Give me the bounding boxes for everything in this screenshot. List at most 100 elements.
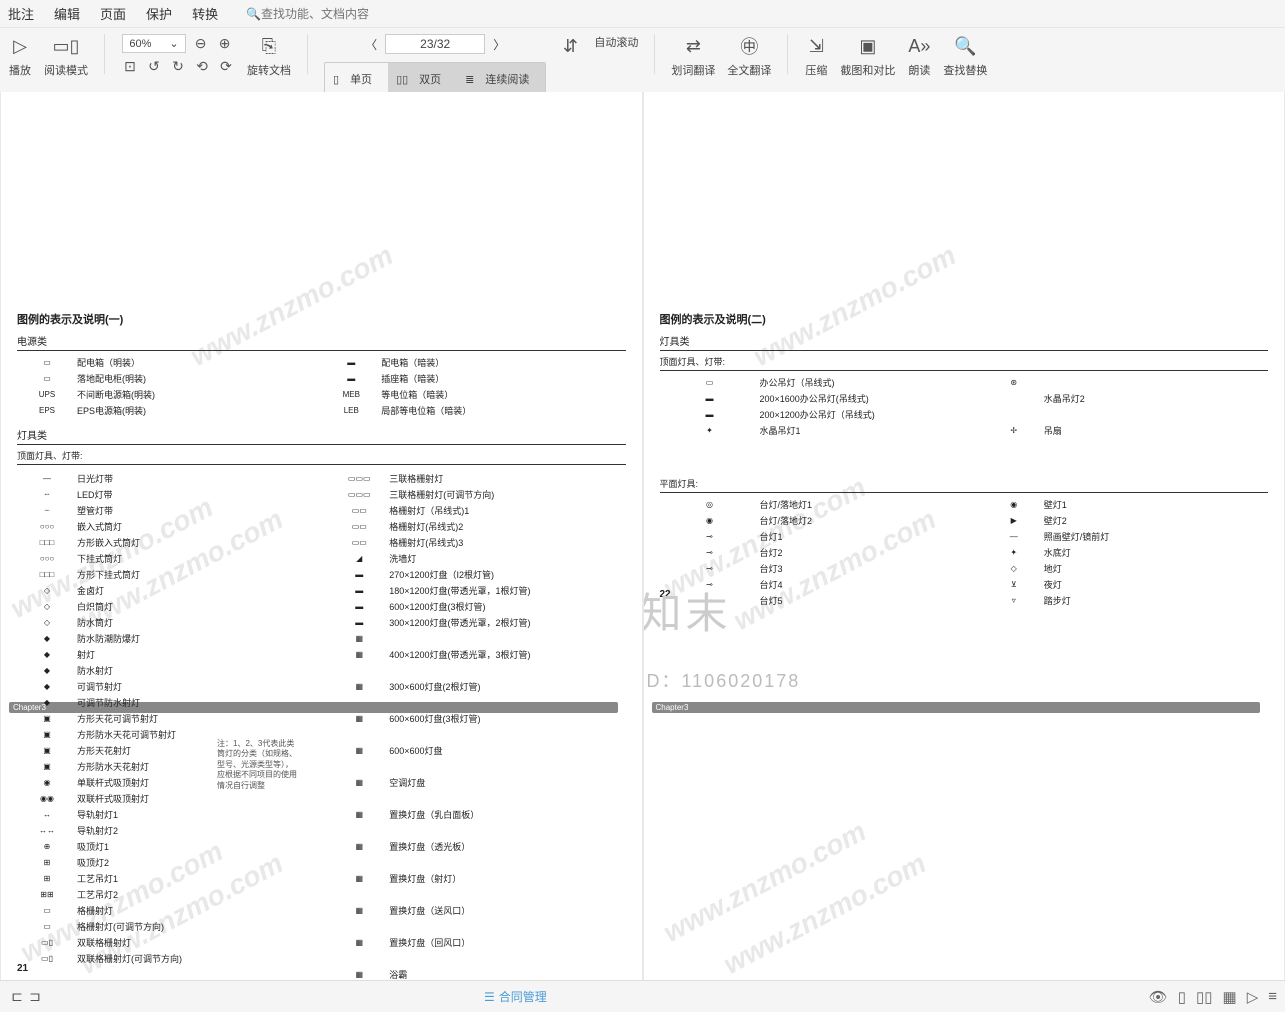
single-page-button[interactable]: ▯ 单页 (325, 63, 388, 95)
rotate-left-icon[interactable]: ↺ (145, 57, 163, 75)
contract-link[interactable]: 合同管理 (499, 988, 547, 1005)
legend-label: 下挂式筒灯 (77, 552, 313, 565)
document-viewport[interactable]: www.znzmo.com www.znzmo.com www.znzmo.co… (0, 92, 1285, 980)
symbol: EPS (17, 406, 77, 415)
section-lights: 灯具类 (17, 427, 626, 442)
symbol: □□□ (17, 538, 77, 547)
fit-width-icon[interactable]: ⊡ (121, 57, 139, 75)
symbol: ▬ (329, 586, 389, 595)
next-page-button[interactable]: 〉 (493, 36, 505, 53)
symbol: ⊞ (17, 874, 77, 883)
symbol: ↔ (17, 810, 77, 819)
symbol: UPS (17, 390, 77, 399)
legend-label: 办公吊灯（吊线式) (760, 376, 984, 389)
legend-label: 可调节射灯 (77, 680, 313, 693)
phrase-translate-button[interactable]: ⇄划词翻译 (671, 34, 715, 78)
menu-edit[interactable]: 编辑 (54, 4, 80, 23)
continuous-button[interactable]: ≣ 连续阅读 (457, 63, 545, 95)
translate-phrase-icon: ⇄ (681, 34, 705, 58)
legend-label: 导轨射灯2 (77, 824, 313, 837)
legend-label: 台灯2 (760, 546, 984, 559)
symbol: ◇ (17, 618, 77, 627)
legend-label: 置换灯盘（乳白面板） (389, 808, 625, 821)
legend-label: 金卤灯 (77, 584, 313, 597)
symbol: ▭ (17, 922, 77, 931)
menu-small-icon[interactable]: ≡ (1268, 988, 1277, 1005)
legend-label: 400×1200灯盘(带透光罩，3根灯管) (389, 648, 625, 661)
rotate-right-icon[interactable]: ↻ (169, 57, 187, 75)
play-small-icon[interactable]: ▷ (1247, 988, 1259, 1006)
search-input[interactable] (261, 7, 421, 21)
search-icon: 🔍 (246, 7, 261, 21)
legend-label: 置换灯盘（透光板） (389, 840, 625, 853)
symbol: ▦ (329, 650, 389, 659)
legend-label: 台灯3 (760, 562, 984, 575)
symbol: — (17, 474, 77, 483)
watermark: www.znzmo.com (185, 92, 641, 373)
symbol: LEB (321, 406, 381, 415)
expand-left-icon[interactable]: ⊏ (8, 988, 26, 1006)
eye-icon[interactable]: 👁 (1149, 988, 1168, 1006)
symbol: ◆ (17, 682, 77, 691)
symbol: ◇ (984, 564, 1044, 573)
symbol: ⊛ (984, 378, 1044, 387)
symbol: ⊞⊞ (17, 890, 77, 899)
symbol: ▦ (329, 810, 389, 819)
symbol: ▦ (329, 682, 389, 691)
legend-label: 格栅射灯(吊线式)2 (389, 520, 625, 533)
symbol: ▣ (17, 730, 77, 739)
read-aloud-button[interactable]: A»朗读 (907, 34, 931, 78)
menu-page[interactable]: 页面 (100, 4, 126, 23)
page-number-input[interactable]: 23/32 (385, 34, 485, 54)
find-replace-button[interactable]: 🔍查找替换 (943, 34, 987, 78)
legend-label: 不间断电源箱(明装) (77, 388, 321, 401)
zoom-out-button[interactable]: ⊖ (192, 35, 210, 53)
symbol: ▭▯ (17, 954, 77, 963)
chapter-badge: Chapter3 (652, 702, 1261, 713)
view-grid-icon[interactable]: ▦ (1223, 988, 1237, 1006)
view-single-icon[interactable]: ▯ (1178, 988, 1186, 1006)
legend-label: 插座箱（暗装） (381, 372, 625, 385)
rotate-doc-button[interactable]: ⎘旋转文档 (247, 34, 291, 78)
legend-label: 置换灯盘（射灯） (389, 872, 625, 885)
search-box[interactable]: 🔍 (246, 7, 421, 21)
symbol: ◆ (17, 650, 77, 659)
autoscroll-button[interactable]: 自动滚动 (594, 34, 638, 50)
play-button[interactable]: ▷播放 (8, 34, 32, 78)
legend-label: 洗墙灯 (389, 552, 625, 565)
symbol: ✦ (660, 426, 760, 435)
double-page-button[interactable]: ▯▯ 双页 (388, 63, 457, 95)
menu-convert[interactable]: 转换 (192, 4, 218, 23)
legend-label: 吊扇 (1044, 424, 1268, 437)
readmode-button[interactable]: ▭▯阅读模式 (44, 34, 88, 78)
view-double-icon[interactable]: ▯▯ (1196, 988, 1213, 1006)
rotate-ccw-icon[interactable]: ⟳ (217, 57, 235, 75)
symbol: ┈ (17, 506, 77, 515)
legend-label: 地灯 (1044, 562, 1268, 575)
reflow-button[interactable]: ⇵ (558, 34, 582, 62)
legend-label: 局部等电位箱（暗装） (381, 404, 625, 417)
symbol: ▭ (17, 906, 77, 915)
symbol: ▬ (321, 374, 381, 383)
symbol: ▭▭▭ (329, 490, 389, 499)
legend-label: 200×1200办公吊灯（吊线式) (760, 408, 984, 421)
compare-button[interactable]: ▣截图和对比 (840, 34, 895, 78)
symbol: □□□ (17, 570, 77, 579)
rotate-cw-icon[interactable]: ⟲ (193, 57, 211, 75)
expand-right-icon[interactable]: ⊐ (26, 988, 44, 1006)
legend-label: 吸顶灯2 (77, 856, 313, 869)
symbol: ▬ (660, 410, 760, 419)
full-translate-button[interactable]: ㊥全文翻译 (727, 34, 771, 78)
legend-label: 嵌入式筒灯 (77, 520, 313, 533)
menu-annotate[interactable]: 批注 (8, 4, 34, 23)
legend-label: 吸顶灯1 (77, 840, 313, 853)
zoom-in-button[interactable]: ⊕ (216, 35, 234, 53)
symbol: ▦ (329, 746, 389, 755)
zoom-select[interactable]: 60%⌄ (122, 34, 185, 53)
prev-page-button[interactable]: 〈 (365, 36, 377, 53)
legend-label: 白炽筒灯 (77, 600, 313, 613)
compress-button[interactable]: ⇲压缩 (804, 34, 828, 78)
status-bar: ⊏ ⊐ ☰ 合同管理 👁 ▯ ▯▯ ▦ ▷ ≡ (0, 980, 1285, 1012)
symbol: ▬ (329, 602, 389, 611)
menu-protect[interactable]: 保护 (146, 4, 172, 23)
